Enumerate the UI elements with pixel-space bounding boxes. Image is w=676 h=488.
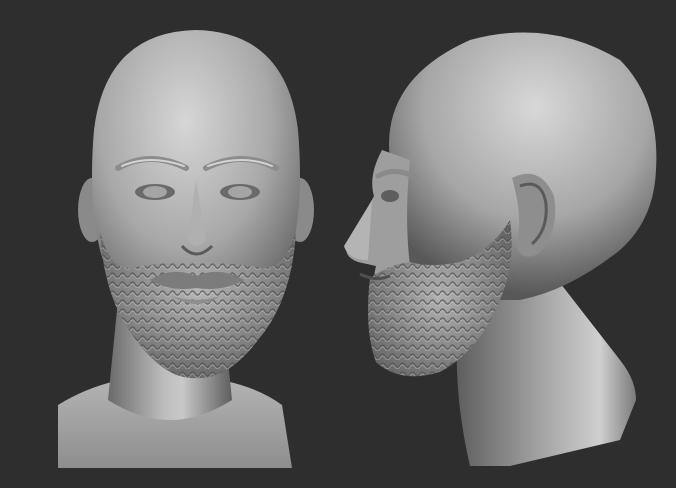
render-canvas [0,0,676,488]
head-profile [387,32,657,300]
front-view-sculpt [58,30,314,468]
nose-profile [344,200,372,260]
profile-view-sculpt [344,32,657,466]
eye-profile [381,190,399,202]
